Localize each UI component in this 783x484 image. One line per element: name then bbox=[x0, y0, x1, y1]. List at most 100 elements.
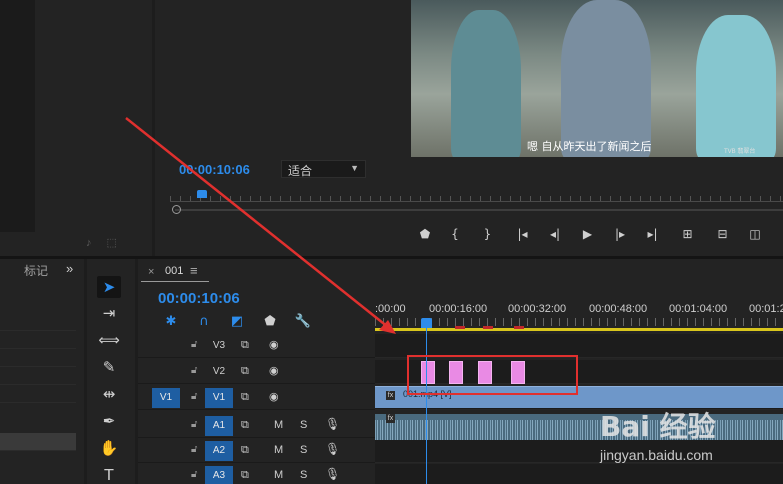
source-patch-v1[interactable]: V1 bbox=[152, 388, 180, 408]
ruler-label: 00:00:48:00 bbox=[589, 303, 648, 315]
menu-icon[interactable]: ≡ bbox=[190, 263, 198, 278]
work-area-bar[interactable] bbox=[375, 328, 783, 331]
track-lane-a3[interactable] bbox=[375, 464, 783, 484]
close-icon[interactable]: × bbox=[148, 266, 154, 278]
zoom-scroll-track[interactable] bbox=[175, 209, 783, 211]
extract-icon[interactable]: ⊟ bbox=[705, 224, 740, 244]
step-back-icon[interactable]: ◂| bbox=[540, 224, 570, 244]
linked-selection-icon[interactable]: ◩ bbox=[226, 314, 248, 330]
eye-icon[interactable]: ◉ bbox=[269, 390, 279, 403]
mute-button[interactable]: M bbox=[274, 469, 283, 481]
track-header-a3: 🔓︎ A3 ⧉ M S 🎙︎ bbox=[138, 464, 375, 484]
audio-clip-header: fx bbox=[375, 414, 783, 423]
list-item[interactable] bbox=[0, 349, 76, 367]
list-item[interactable] bbox=[0, 367, 76, 385]
mark-in-icon[interactable]: { bbox=[440, 224, 470, 244]
track-target-v1[interactable]: V1 bbox=[205, 388, 233, 408]
wrench-icon[interactable]: 🔧 bbox=[292, 314, 314, 330]
step-forward-icon[interactable]: |▸ bbox=[605, 224, 635, 244]
pen-tool-icon[interactable]: ✒ bbox=[97, 410, 121, 432]
program-playhead[interactable] bbox=[197, 190, 207, 198]
type-tool-icon[interactable]: T bbox=[97, 464, 121, 484]
track-header-v1: V1 🔓︎ V1 ⧉ ◉ bbox=[138, 386, 375, 410]
track-target-a3[interactable]: A3 bbox=[205, 466, 233, 484]
ruler-label: 00:01:04:00 bbox=[669, 303, 728, 315]
export-frame-icon[interactable]: ◫ bbox=[740, 224, 770, 244]
program-timecode[interactable]: 00:00:10:06 bbox=[179, 162, 250, 177]
program-scrub-bar[interactable] bbox=[170, 190, 783, 214]
lock-icon[interactable]: 🔓︎ bbox=[191, 419, 197, 430]
track-target-a1[interactable]: A1 bbox=[205, 416, 233, 436]
tab-underline bbox=[141, 281, 209, 282]
figure-center bbox=[561, 0, 651, 157]
sync-lock-icon[interactable]: ⧉ bbox=[241, 443, 249, 457]
selection-tool-icon[interactable]: ➤ bbox=[97, 276, 121, 298]
zoom-handle[interactable] bbox=[172, 205, 181, 214]
timeline-timecode[interactable]: 00:00:10:06 bbox=[158, 290, 240, 307]
chevron-down-icon: ▼ bbox=[350, 163, 359, 173]
track-target-a2[interactable]: A2 bbox=[205, 441, 233, 461]
solo-button[interactable]: S bbox=[300, 419, 307, 431]
microphone-icon[interactable]: 🎙︎ bbox=[325, 442, 340, 456]
lift-icon[interactable]: ⊞ bbox=[670, 224, 705, 244]
track-select-tool-icon[interactable]: ⇥ bbox=[97, 302, 121, 324]
sync-lock-icon[interactable]: ⧉ bbox=[241, 468, 249, 482]
add-marker-icon[interactable]: ⬟ bbox=[259, 314, 281, 330]
render-mark bbox=[514, 326, 524, 329]
hand-tool-icon[interactable]: ✋ bbox=[97, 437, 121, 459]
sync-lock-icon[interactable]: ⧉ bbox=[241, 338, 249, 352]
microphone-icon[interactable]: 🎙︎ bbox=[325, 417, 340, 431]
mute-button[interactable]: M bbox=[274, 419, 283, 431]
list-item[interactable] bbox=[0, 331, 76, 349]
lock-icon[interactable]: 🔓︎ bbox=[191, 365, 197, 376]
eye-icon[interactable]: ◉ bbox=[269, 338, 279, 351]
sync-lock-icon[interactable]: ⧉ bbox=[241, 364, 249, 378]
nest-icon[interactable]: ✱ bbox=[160, 314, 182, 330]
microphone-icon[interactable]: 🎙︎ bbox=[325, 467, 340, 481]
list-item[interactable] bbox=[0, 313, 76, 331]
razor-tool-icon[interactable]: ✎ bbox=[97, 356, 121, 378]
time-ruler[interactable]: :00:00 00:00:16:00 00:00:32:00 00:00:48:… bbox=[375, 300, 783, 330]
snap-icon[interactable]: ∩ bbox=[193, 314, 215, 330]
program-video-frame bbox=[411, 0, 783, 157]
sync-lock-icon[interactable]: ⧉ bbox=[241, 390, 249, 404]
track-header-v3: 🔓︎ V3 ⧉ ◉ bbox=[138, 334, 375, 358]
transport-controls: ⬟ { } |◂ ◂| ▶ |▸ ▸| ⊞ ⊟ ◫ bbox=[410, 224, 770, 244]
figure-left bbox=[451, 10, 521, 157]
add-marker-icon[interactable]: ⬟ bbox=[410, 224, 440, 244]
baidu-watermark-url: jingyan.baidu.com bbox=[600, 447, 713, 463]
eye-icon[interactable]: ◉ bbox=[269, 364, 279, 377]
video-subtitle: 嗯 自从昨天出了新闻之后 bbox=[527, 140, 652, 153]
track-target-v2[interactable]: V2 bbox=[205, 362, 233, 382]
slip-tool-icon[interactable]: ⇹ bbox=[97, 383, 121, 405]
panel-overflow-icon[interactable]: » bbox=[66, 261, 73, 276]
fit-select[interactable]: 适合 ▼ bbox=[281, 160, 366, 178]
play-icon[interactable]: ▶ bbox=[570, 224, 605, 244]
lock-icon[interactable]: 🔓︎ bbox=[191, 444, 197, 455]
mark-out-icon[interactable]: } bbox=[470, 224, 505, 244]
sync-lock-icon[interactable]: ⧉ bbox=[241, 418, 249, 432]
track-lane-a2[interactable] bbox=[375, 439, 783, 463]
fx-badge: fx bbox=[386, 414, 395, 423]
list-item[interactable] bbox=[0, 385, 76, 403]
source-panel-icons[interactable]: ♪ ⬚ bbox=[86, 236, 136, 250]
solo-button[interactable]: S bbox=[300, 469, 307, 481]
timeline-playhead[interactable] bbox=[421, 318, 432, 328]
lock-icon[interactable]: 🔓︎ bbox=[191, 339, 197, 350]
ripple-edit-tool-icon[interactable]: ⟺ bbox=[97, 329, 121, 351]
ruler-label: 00:00:32:00 bbox=[508, 303, 567, 315]
track-target-v3[interactable]: V3 bbox=[205, 336, 233, 356]
lock-icon[interactable]: 🔓︎ bbox=[191, 391, 197, 402]
baidu-watermark-logo: Bai 经验 bbox=[600, 410, 716, 443]
track-header-v2: 🔓︎ V2 ⧉ ◉ bbox=[138, 360, 375, 384]
lock-icon[interactable]: 🔓︎ bbox=[191, 469, 197, 480]
source-monitor-area bbox=[0, 0, 35, 232]
go-to-in-icon[interactable]: |◂ bbox=[505, 224, 540, 244]
mute-button[interactable]: M bbox=[274, 444, 283, 456]
ruler-label: 00:01:2 bbox=[749, 303, 783, 315]
tab-markers[interactable]: 标记 bbox=[24, 262, 48, 279]
go-to-out-icon[interactable]: ▸| bbox=[635, 224, 670, 244]
solo-button[interactable]: S bbox=[300, 444, 307, 456]
list-item-selected[interactable] bbox=[0, 433, 76, 451]
sequence-tab[interactable]: 001 bbox=[165, 265, 183, 277]
